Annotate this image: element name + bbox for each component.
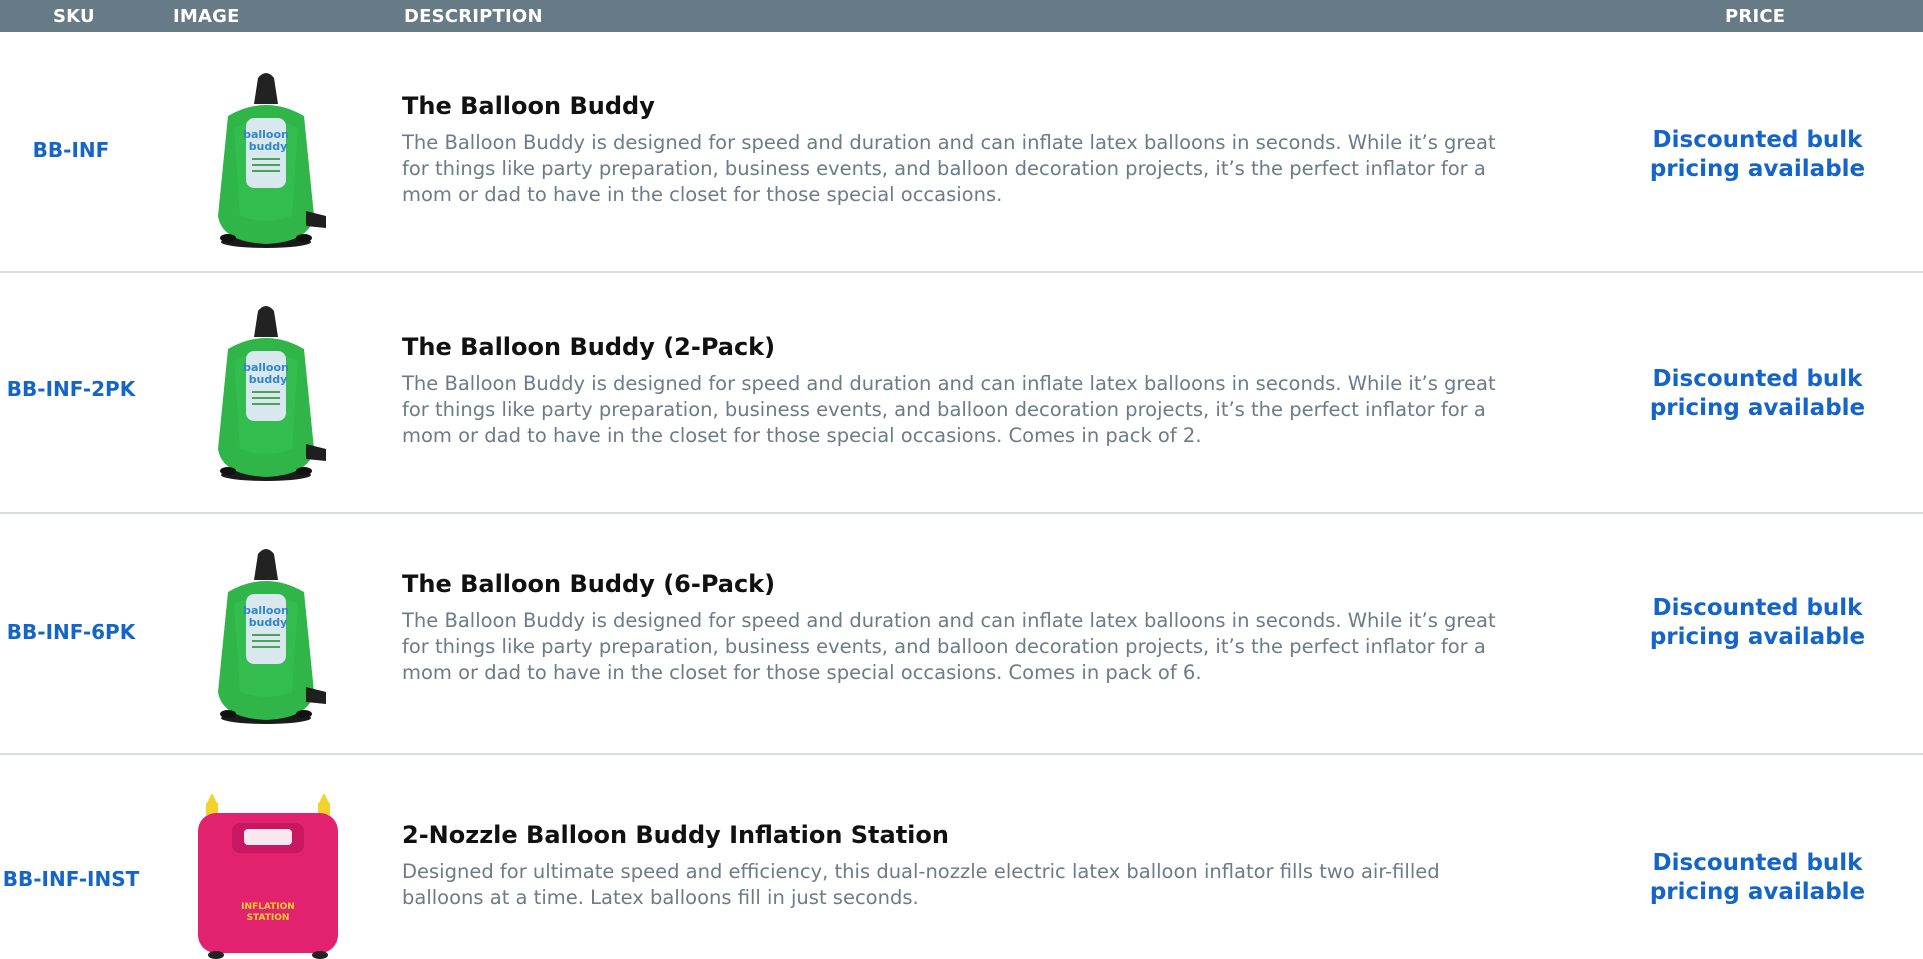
product-title[interactable]: 2-Nozzle Balloon Buddy Inflation Station	[402, 821, 1522, 849]
svg-text:INFLATION: INFLATION	[241, 902, 295, 912]
product-description-text: Designed for ultimate speed and efficien…	[402, 860, 1440, 909]
table-row: BB-INF balloon buddy The Balloon Buddy T…	[0, 32, 1923, 273]
column-header-image: IMAGE	[173, 6, 240, 27]
product-description-text: The Balloon Buddy is designed for speed …	[402, 609, 1496, 684]
product-description: The Balloon Buddy The Balloon Buddy is d…	[402, 92, 1522, 208]
product-description: The Balloon Buddy (6-Pack) The Balloon B…	[402, 570, 1522, 686]
table-row: BB-INF-6PK balloon buddy The Balloon Bud…	[0, 514, 1923, 755]
table-row: BB-INF-2PK balloon buddy The Balloon Bud…	[0, 273, 1923, 514]
product-description: The Balloon Buddy (2-Pack) The Balloon B…	[402, 333, 1522, 449]
svg-text:buddy: buddy	[249, 373, 288, 386]
bulk-pricing-link[interactable]: Discounted bulk pricing available	[1620, 365, 1895, 423]
sku-link[interactable]: BB-INF-6PK	[0, 620, 142, 644]
product-description: 2-Nozzle Balloon Buddy Inflation Station…	[402, 821, 1522, 911]
product-description-text: The Balloon Buddy is designed for speed …	[402, 372, 1496, 447]
bulk-pricing-link[interactable]: Discounted bulk pricing available	[1620, 849, 1895, 907]
green-balloon-pump-image[interactable]: balloon buddy	[188, 66, 348, 251]
green-balloon-pump-image[interactable]: balloon buddy	[188, 299, 348, 484]
svg-text:buddy: buddy	[249, 140, 288, 153]
bulk-pricing-link[interactable]: Discounted bulk pricing available	[1620, 594, 1895, 652]
table-row: BB-INF-INST INFLATION STATION 2-Nozzle B…	[0, 755, 1923, 959]
table-header: SKU IMAGE DESCRIPTION PRICE	[0, 0, 1923, 32]
sku-link[interactable]: BB-INF-INST	[0, 867, 142, 891]
column-header-description: DESCRIPTION	[404, 6, 543, 27]
product-description-text: The Balloon Buddy is designed for speed …	[402, 131, 1496, 206]
pink-inflation-station-image[interactable]: INFLATION STATION	[188, 789, 348, 959]
column-header-sku: SKU	[53, 6, 95, 27]
bulk-pricing-link[interactable]: Discounted bulk pricing available	[1620, 126, 1895, 184]
product-table: SKU IMAGE DESCRIPTION PRICE BB-INF ballo…	[0, 0, 1923, 959]
sku-link[interactable]: BB-INF	[0, 138, 142, 162]
product-title[interactable]: The Balloon Buddy	[402, 92, 1522, 120]
sku-link[interactable]: BB-INF-2PK	[0, 377, 142, 401]
green-balloon-pump-image[interactable]: balloon buddy	[188, 542, 348, 727]
column-header-price: PRICE	[1725, 6, 1786, 27]
svg-text:buddy: buddy	[249, 616, 288, 629]
product-title[interactable]: The Balloon Buddy (6-Pack)	[402, 570, 1522, 598]
product-title[interactable]: The Balloon Buddy (2-Pack)	[402, 333, 1522, 361]
svg-text:STATION: STATION	[247, 913, 290, 923]
